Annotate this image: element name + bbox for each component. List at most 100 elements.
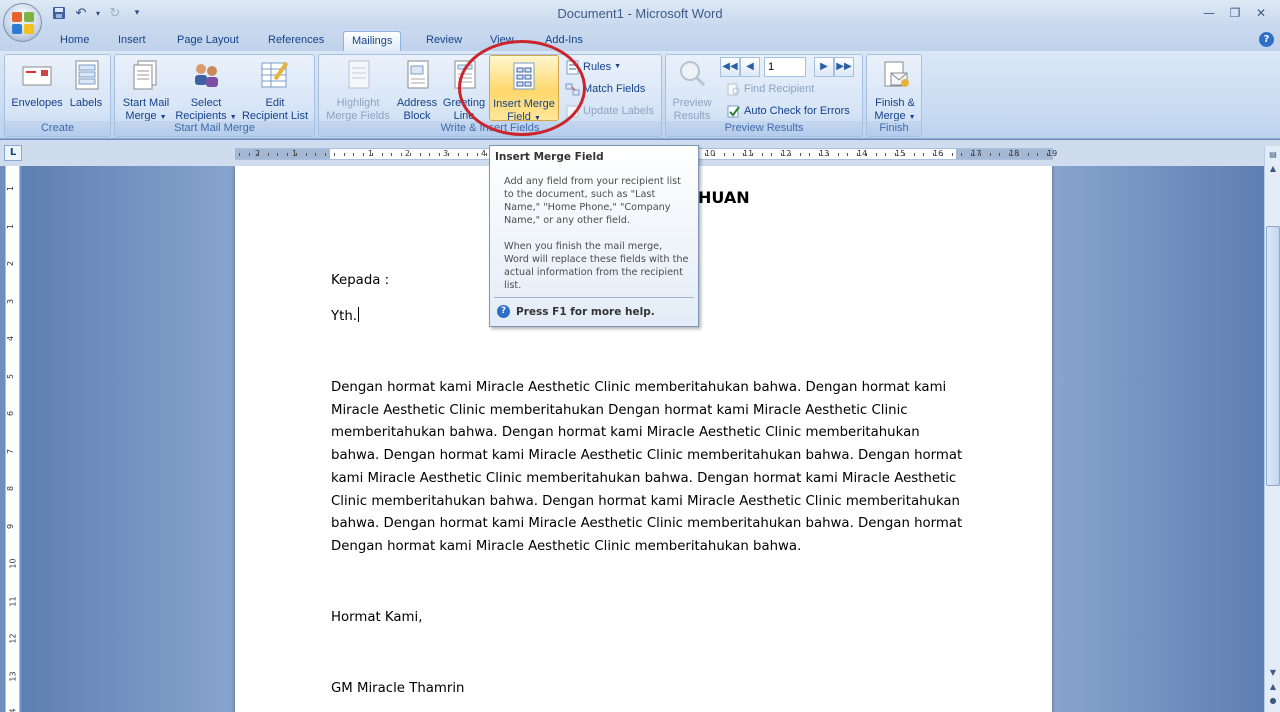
vruler-number: 10 [8, 558, 18, 569]
ruler-tick [305, 153, 307, 156]
tab-mailings[interactable]: Mailings [343, 31, 402, 51]
chevron-down-icon: ▼ [229, 114, 237, 121]
auto-check-errors-button[interactable]: Auto Check for Errors [726, 101, 850, 121]
next-record-icon[interactable]: ▶ [814, 57, 834, 77]
document-title: HUAN [698, 188, 750, 207]
body-line: bahwa. Dengan hormat kami Miracle Aesthe… [331, 516, 963, 532]
ruler-tick [856, 153, 858, 156]
ruler-tick [799, 153, 801, 156]
find-recipient-button[interactable]: Find Recipient [726, 79, 814, 99]
group-preview-results: Preview Results ◀◀ ◀ 1 ▶ ▶▶ Find Recipie… [665, 54, 863, 137]
ruler-tick [733, 153, 734, 156]
group-label-preview-results: Preview Results [666, 121, 862, 136]
ruler-tick [353, 153, 354, 156]
find-recipient-icon [726, 82, 741, 97]
ribbon: Envelopes Labels Create Start Mail Merge… [0, 51, 1280, 139]
ruler-tick [448, 153, 449, 156]
window-title: Document1 - Microsoft Word [557, 6, 723, 21]
edit-recipient-list-button[interactable]: Edit Recipient List [237, 57, 313, 123]
tab-home[interactable]: Home [52, 31, 97, 51]
scrollbar-thumb[interactable] [1266, 226, 1280, 486]
ruler-tick [400, 153, 402, 156]
address-block-icon [401, 59, 433, 91]
ruler-tick [790, 153, 791, 156]
preview-results-button[interactable]: Preview Results [668, 57, 716, 123]
highlight-merge-fields-button[interactable]: Highlight Merge Fields [323, 57, 393, 123]
body-line: memberitahukan bahwa. Dengan hormat kami… [331, 425, 920, 441]
finish-merge-button[interactable]: Finish & Merge ▼ [869, 57, 921, 124]
ruler-tick [334, 153, 335, 156]
tab-insert[interactable]: Insert [110, 31, 154, 51]
start-mail-merge-label-1: Start Mail [122, 97, 170, 109]
start-mail-merge-button[interactable]: Start Mail Merge ▼ [117, 57, 175, 124]
office-button[interactable] [3, 3, 42, 42]
envelopes-button[interactable]: Envelopes [8, 57, 66, 110]
ruler-tick [761, 153, 763, 156]
tooltip-help: ? Press F1 for more help. [497, 305, 655, 318]
vertical-scrollbar[interactable]: ▤ ▲ ▼ ▲ ● [1264, 146, 1280, 712]
match-fields-label: Match Fields [583, 83, 646, 95]
address-block-button[interactable]: Address Block [393, 57, 441, 123]
scroll-down-icon[interactable]: ▼ [1266, 666, 1280, 680]
scroll-up-icon[interactable]: ▲ [1266, 162, 1280, 176]
vruler-number: 14 [9, 708, 18, 712]
ruler-number: 19 [1047, 149, 1058, 158]
rules-label: Rules [583, 61, 612, 73]
select-recipients-button[interactable]: Select Recipients ▼ [174, 57, 238, 124]
ruler-tick [913, 153, 915, 156]
ruler-tick [932, 153, 934, 156]
vruler-number: 7 [6, 448, 16, 454]
window-controls: — ❐ ✕ [1196, 4, 1274, 22]
tab-review[interactable]: Review [418, 31, 470, 51]
ruler-tick [904, 153, 905, 156]
view-ruler-icon[interactable]: ▤ [1266, 148, 1280, 162]
ruler-tick [429, 153, 430, 156]
ruler-tick [894, 153, 896, 156]
ruler-tick [324, 153, 326, 156]
tab-selector-icon[interactable]: L [4, 145, 22, 161]
ruler-tick [476, 153, 478, 156]
tab-page-layout[interactable]: Page Layout [169, 31, 247, 51]
labels-icon [70, 59, 102, 91]
ruler-tick [239, 153, 240, 156]
close-icon[interactable]: ✕ [1248, 4, 1274, 22]
previous-record-icon[interactable]: ◀ [740, 57, 760, 77]
restore-icon[interactable]: ❐ [1222, 4, 1248, 22]
minimize-icon[interactable]: — [1196, 4, 1222, 22]
tab-references[interactable]: References [260, 31, 332, 51]
record-navigator: ◀◀ ◀ 1 ▶ ▶▶ [720, 57, 854, 77]
chevron-down-icon: ▼ [159, 114, 167, 121]
previous-page-icon[interactable]: ▲ [1266, 680, 1280, 694]
ruler-tick [315, 153, 316, 156]
vruler-number: 5 [6, 373, 16, 379]
first-record-icon[interactable]: ◀◀ [720, 57, 740, 77]
ruler-tick [961, 153, 962, 156]
ruler-tick [989, 153, 991, 156]
auto-check-errors-label: Auto Check for Errors [744, 105, 850, 117]
record-number-input[interactable]: 1 [764, 57, 806, 77]
select-browse-object-icon[interactable]: ● [1266, 694, 1280, 708]
ruler-tick [970, 153, 972, 156]
ruler-tick [343, 153, 345, 156]
envelope-icon [21, 59, 53, 91]
ruler-tick [980, 153, 981, 156]
start-mail-merge-icon [130, 59, 162, 91]
address-block-label-1: Address [396, 97, 438, 109]
last-record-icon[interactable]: ▶▶ [834, 57, 854, 77]
ruler-tick [942, 153, 943, 156]
ruler-tick [866, 153, 867, 156]
ruler-tick [267, 153, 269, 156]
body-line: Dengan hormat kami Miracle Aesthetic Cli… [331, 538, 802, 554]
ruler-tick [457, 153, 459, 156]
body-paragraph: Dengan hormat kami Miracle Aesthetic Cli… [331, 377, 971, 559]
tooltip-description-1: Add any field from your recipient list t… [504, 176, 681, 226]
vruler-number: 1 [6, 223, 16, 229]
help-icon[interactable]: ? [1259, 32, 1274, 47]
preview-results-label-1: Preview [672, 97, 712, 109]
body-line: Clinic memberitahukan bahwa. Dengan horm… [331, 493, 960, 509]
vruler-number: 8 [6, 485, 16, 492]
auto-check-errors-icon [726, 104, 741, 119]
labels-button[interactable]: Labels [65, 57, 107, 110]
vertical-ruler: 11234567891011121314 [5, 166, 20, 712]
yth-line: Yth. [331, 306, 359, 329]
